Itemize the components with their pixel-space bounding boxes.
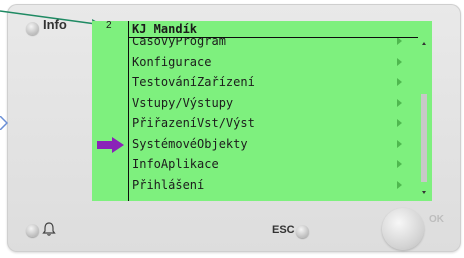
scroll-down-icon[interactable] [422, 191, 426, 194]
submenu-arrow-icon [397, 160, 402, 168]
menu-item-testovani-zarizeni[interactable]: TestováníZařízení [131, 72, 418, 93]
menu-item-label: SystémovéObjekty [132, 136, 248, 151]
submenu-arrow-icon [397, 98, 402, 107]
esc-button[interactable] [296, 225, 309, 238]
menu-item-label: Vstupy/Výstupy [132, 95, 234, 110]
menu-item-konfigurace[interactable]: Konfigurace [131, 52, 418, 73]
scroll-thumb[interactable] [421, 94, 427, 182]
menu-item-label: Přihlášení [132, 177, 205, 192]
info-label: Info [43, 17, 67, 32]
esc-label: ESC [272, 224, 295, 236]
menu-list: CasovyProgram Konfigurace TestováníZaříz… [131, 38, 418, 198]
menu-item-label: PřiřazeníVst/Výst [132, 116, 255, 130]
submenu-arrow-icon [397, 78, 402, 86]
submenu-arrow-icon [397, 180, 402, 189]
menu-item-vstupy-vystupy[interactable]: Vstupy/Výstupy [131, 93, 418, 114]
menu-item-prihlaseni[interactable]: Přihlášení [131, 175, 418, 196]
scroll-up-icon[interactable] [422, 42, 426, 45]
purple-arrow-icon [97, 137, 127, 153]
screen-divider [128, 21, 129, 201]
menu-item-label: InfoAplikace [132, 157, 219, 171]
left-chevron-icon [0, 116, 8, 130]
menu-scrollbar[interactable] [420, 38, 428, 198]
screen-number: 2 [106, 20, 112, 31]
submenu-arrow-icon [397, 139, 402, 148]
menu-item-prirazeni-vst-vyst[interactable]: PřiřazeníVst/Výst [131, 113, 418, 134]
info-led [26, 22, 39, 35]
alarm-led [26, 224, 39, 237]
submenu-arrow-icon [397, 38, 402, 45]
menu-item-casovy-program[interactable]: CasovyProgram [131, 38, 418, 52]
screen-title: KJ Mandík [132, 22, 198, 36]
submenu-arrow-icon [397, 119, 402, 127]
menu-item-label: CasovyProgram [132, 38, 226, 48]
menu-item-label: Konfigurace [132, 54, 212, 69]
ok-button[interactable] [382, 208, 424, 250]
menu-item-systemove-objekty[interactable]: SystémovéObjekty [131, 134, 418, 155]
ok-label: OK [429, 214, 444, 225]
bell-icon [42, 222, 56, 236]
submenu-arrow-icon [397, 57, 402, 66]
menu-item-label: TestováníZařízení [132, 75, 255, 89]
menu-item-info-aplikace[interactable]: InfoAplikace [131, 154, 418, 175]
